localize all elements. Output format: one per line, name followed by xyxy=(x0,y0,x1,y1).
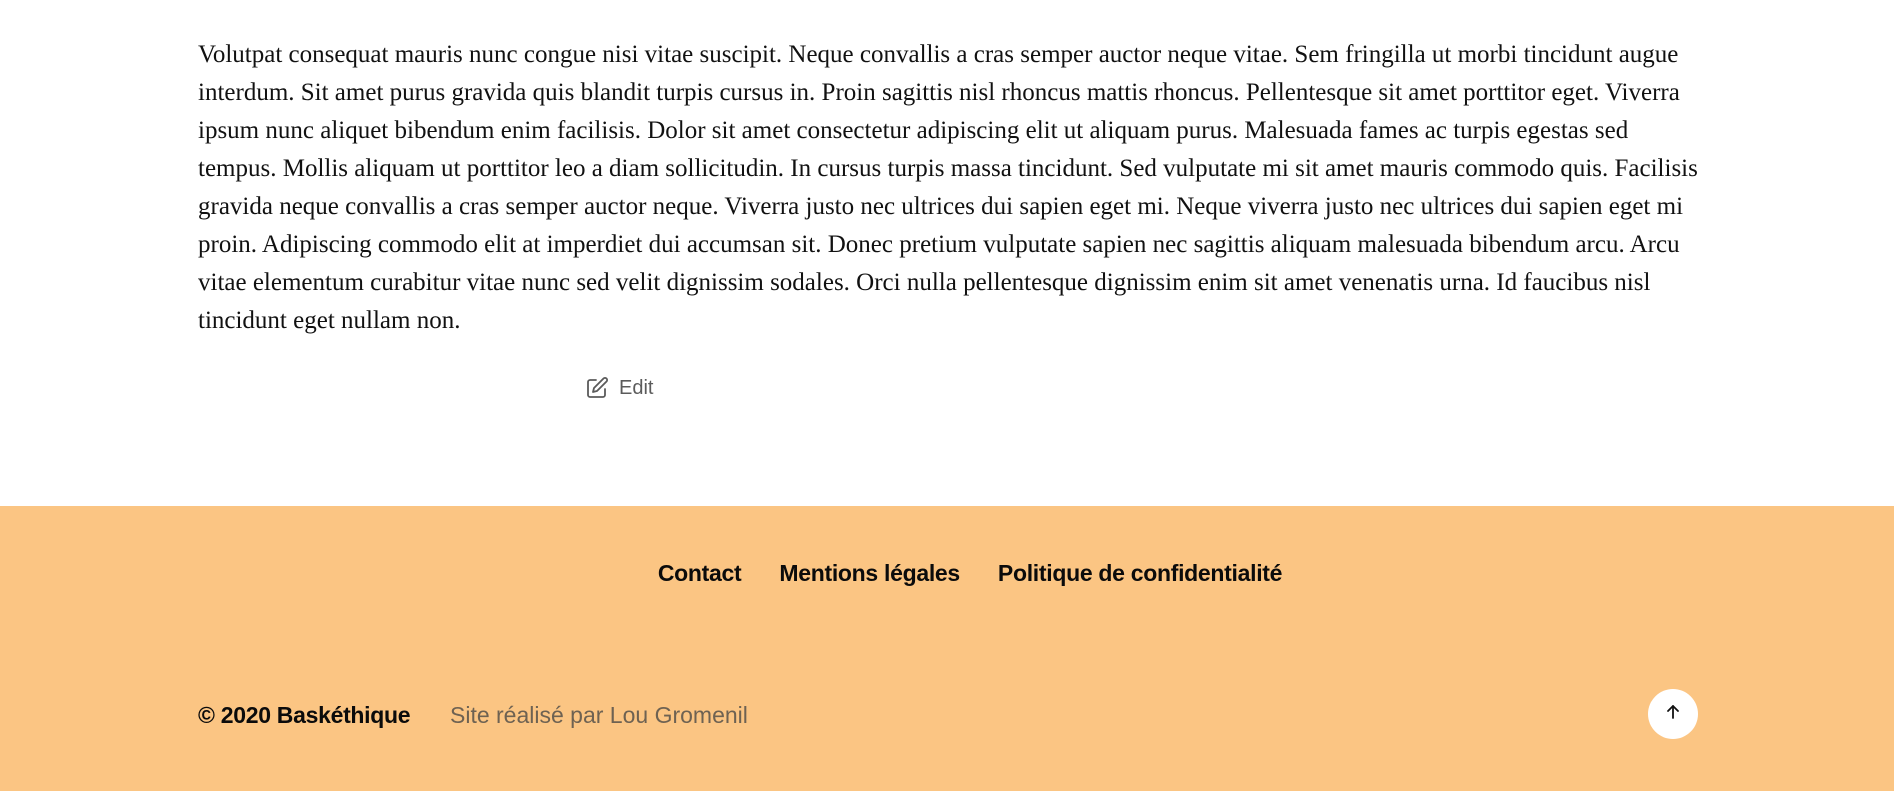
footer-link-contact[interactable]: Contact xyxy=(658,560,742,587)
back-to-top-button[interactable] xyxy=(1648,689,1698,739)
footer-link-politique-confidentialite[interactable]: Politique de confidentialité xyxy=(998,560,1283,587)
article-content: Volutpat consequat mauris nunc congue ni… xyxy=(198,36,1698,340)
arrow-up-icon xyxy=(1663,702,1683,727)
edit-link[interactable]: Edit xyxy=(585,376,653,400)
edit-label: Edit xyxy=(619,376,654,399)
footer-link-mentions-legales[interactable]: Mentions légales xyxy=(779,560,960,587)
copyright-text: © 2020 Baskéthique xyxy=(198,702,411,728)
footer-nav: Contact Mentions légales Politique de co… xyxy=(0,560,1894,587)
article-paragraph: Volutpat consequat mauris nunc congue ni… xyxy=(198,41,1698,334)
credit-text: Site réalisé par Lou Gromenil xyxy=(450,702,748,728)
site-footer: Contact Mentions légales Politique de co… xyxy=(0,506,1894,791)
edit-icon xyxy=(585,376,609,400)
